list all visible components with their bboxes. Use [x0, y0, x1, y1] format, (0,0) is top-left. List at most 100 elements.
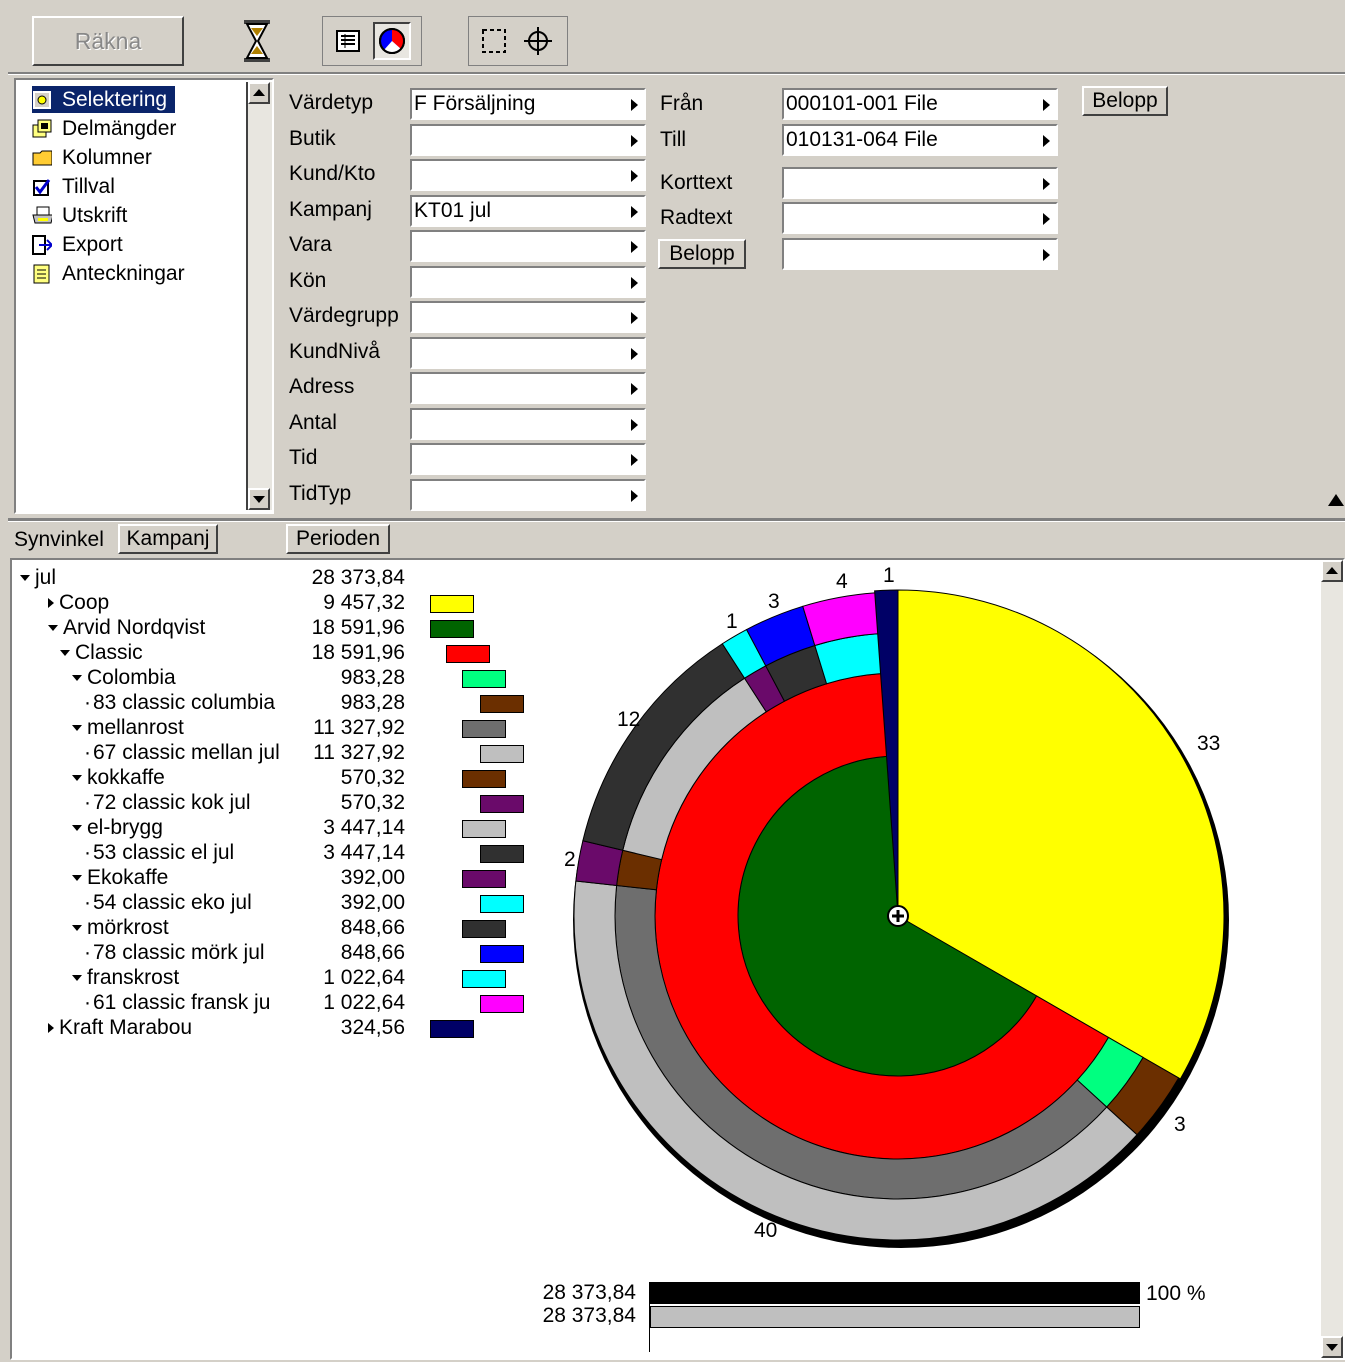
nav-scrollbar[interactable]	[246, 82, 272, 510]
rakna-button[interactable]: Räkna	[32, 16, 184, 66]
kampanj-button[interactable]: Kampanj	[118, 524, 218, 554]
filter-field[interactable]: F Försäljning	[410, 88, 646, 120]
tree-row[interactable]: · 54 classic eko jul 392,00	[30, 891, 550, 916]
hourglass-icon[interactable]	[242, 18, 272, 64]
belopp-field[interactable]	[782, 238, 1058, 270]
dropdown-arrow-icon[interactable]	[631, 489, 638, 502]
expanded-arrow-icon[interactable]	[72, 875, 82, 881]
filter-field[interactable]: KT01 jul	[410, 194, 646, 227]
scroll-down-icon[interactable]	[1321, 1336, 1343, 1358]
dropdown-arrow-icon[interactable]	[631, 241, 638, 253]
expanded-arrow-icon[interactable]	[72, 825, 82, 831]
filter-field[interactable]	[410, 443, 646, 475]
filter-field[interactable]	[410, 265, 646, 298]
expanded-arrow-icon[interactable]	[60, 650, 70, 656]
tree-row[interactable]: kokkaffe 570,32	[30, 766, 550, 791]
tree-row[interactable]: · 72 classic kok jul 570,32	[30, 791, 550, 816]
tree-row[interactable]: el-brygg 3 447,14	[30, 816, 550, 841]
tree-value: 11 327,92	[313, 741, 405, 764]
dropdown-arrow-icon[interactable]	[1043, 135, 1050, 147]
dropdown-arrow-icon[interactable]	[1043, 249, 1050, 261]
tree-row[interactable]: · 61 classic fransk ju 1 022,64	[30, 991, 550, 1016]
filter-field[interactable]	[410, 336, 646, 369]
table-view-icon[interactable]	[329, 22, 367, 60]
tree-row[interactable]: Ekokaffe 392,00	[30, 866, 550, 891]
filter-field[interactable]	[410, 301, 646, 333]
dropdown-arrow-icon[interactable]	[631, 170, 638, 182]
filter-field[interactable]	[410, 230, 646, 262]
splitter[interactable]	[8, 518, 1345, 522]
scroll-down-icon[interactable]	[248, 488, 270, 510]
tree-row[interactable]: · 83 classic columbia 983,28	[30, 691, 550, 716]
nav-item-kolumner[interactable]: Kolumner	[32, 144, 160, 171]
belopp-filter-button[interactable]: Belopp	[658, 239, 746, 269]
dropdown-arrow-icon[interactable]	[1043, 99, 1050, 111]
color-swatch	[462, 870, 506, 888]
tree-row[interactable]: Coop 9 457,32	[30, 591, 550, 616]
tree-row[interactable]: · 78 classic mörk jul 848,66	[30, 941, 550, 966]
expanded-arrow-icon[interactable]	[72, 675, 82, 681]
tree-label: Colombia	[72, 666, 176, 690]
collapsed-arrow-icon[interactable]	[48, 1023, 54, 1033]
tree-row[interactable]: mörkrost 848,66	[30, 916, 550, 941]
expanded-arrow-icon[interactable]	[72, 725, 82, 731]
tree-label-text: franskrost	[87, 966, 180, 989]
result-scrollbar[interactable]	[1321, 560, 1343, 1358]
total-value-top: 28 373,84	[542, 1281, 636, 1304]
expanded-arrow-icon[interactable]	[20, 575, 30, 581]
pie-center-icon[interactable]	[887, 905, 909, 927]
till-field[interactable]: 010131-064 File	[782, 124, 1058, 156]
dropdown-arrow-icon[interactable]	[631, 383, 638, 395]
pie-view-icon[interactable]	[373, 22, 411, 60]
dropdown-arrow-icon[interactable]	[1043, 178, 1050, 190]
expanded-arrow-icon[interactable]	[72, 775, 82, 781]
corner-arrow-icon[interactable]	[1328, 494, 1344, 506]
scroll-up-icon[interactable]	[248, 82, 270, 104]
tree-row[interactable]: Classic 18 591,96	[30, 641, 550, 666]
dropdown-arrow-icon[interactable]	[631, 205, 638, 218]
dropdown-arrow-icon[interactable]	[631, 454, 638, 466]
leaf-dot-icon: ·	[84, 941, 91, 964]
tree-row[interactable]: jul 28 373,84	[20, 566, 550, 591]
filter-field[interactable]	[410, 159, 646, 191]
collapsed-arrow-icon[interactable]	[48, 598, 54, 608]
perioden-button[interactable]: Perioden	[286, 524, 390, 554]
nav-item-anteckningar[interactable]: Anteckningar	[32, 260, 193, 287]
tree-row[interactable]: Arvid Nordqvist 18 591,96	[30, 616, 550, 641]
tree-row[interactable]: mellanrost 11 327,92	[30, 716, 550, 741]
scroll-up-icon[interactable]	[1321, 560, 1343, 582]
tree-label-text: jul	[35, 566, 57, 589]
tree-row[interactable]: Colombia 983,28	[30, 666, 550, 691]
expanded-arrow-icon[interactable]	[72, 975, 82, 981]
nav-item-delmangder[interactable]: Delmängder	[32, 115, 184, 142]
dropdown-arrow-icon[interactable]	[631, 312, 638, 324]
nav-item-selektering[interactable]: Selektering	[32, 86, 176, 113]
tree-row[interactable]: Kraft Marabou 324,56	[30, 1016, 550, 1041]
dropdown-arrow-icon[interactable]	[631, 418, 638, 431]
korttext-field[interactable]	[782, 167, 1058, 199]
tree-row[interactable]: · 53 classic el jul 3 447,14	[30, 841, 550, 866]
filter-field[interactable]	[410, 372, 646, 404]
dropdown-arrow-icon[interactable]	[631, 99, 638, 111]
select-rectangle-icon[interactable]	[475, 22, 513, 60]
filter-field[interactable]	[410, 478, 646, 511]
selection-icon	[32, 90, 52, 110]
filter-field[interactable]	[410, 407, 646, 440]
expanded-arrow-icon[interactable]	[72, 925, 82, 931]
radtext-field[interactable]	[782, 202, 1058, 234]
belopp-button[interactable]: Belopp	[1082, 86, 1168, 116]
nav-item-utskrift[interactable]: Utskrift	[32, 202, 135, 229]
nav-item-export[interactable]: Export	[32, 231, 131, 258]
tree-row[interactable]: · 67 classic mellan jul 11 327,92	[30, 741, 550, 766]
dropdown-arrow-icon[interactable]	[1043, 213, 1050, 225]
dropdown-arrow-icon[interactable]	[631, 276, 638, 289]
expanded-arrow-icon[interactable]	[48, 625, 58, 631]
nav-item-tillval[interactable]: Tillval	[32, 173, 123, 200]
crosshair-icon[interactable]	[519, 22, 557, 60]
tree-row[interactable]: franskrost 1 022,64	[30, 966, 550, 991]
dropdown-arrow-icon[interactable]	[631, 134, 638, 147]
filter-field[interactable]	[410, 123, 646, 156]
fran-field[interactable]: 000101-001 File	[782, 88, 1058, 120]
sales-pie-chart[interactable]: 33340212134 1	[560, 560, 1260, 1280]
dropdown-arrow-icon[interactable]	[631, 347, 638, 360]
